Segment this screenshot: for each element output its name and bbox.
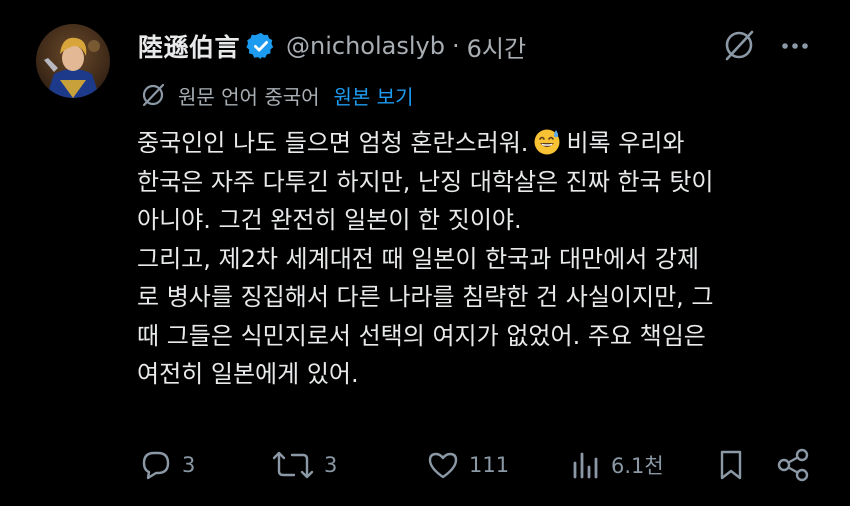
- repost-button[interactable]: 3: [270, 440, 337, 490]
- tweet-text: 중국인인 나도 들으면 엄청 혼란스러워. 비록 우리와 한국은 자주 다투긴 …: [137, 124, 827, 394]
- tweet-line: 로 병사를 징집해서 다른 나라를 침략한 건 사실이지만, 그: [137, 283, 714, 311]
- tweet-line: 한국은 자주 다투긴 하지만, 난징 대학살은 진짜 한국 탓이: [137, 167, 714, 196]
- views-count: 6.1천: [611, 454, 664, 478]
- display-name[interactable]: 陸遜伯言: [138, 28, 240, 64]
- tweet-line: 그리고, 제2차 세계대전 때 일본이 한국과 대만에서 강제: [137, 244, 700, 273]
- grinning-sweat-emoji-icon: [534, 129, 560, 155]
- action-bar: 3 3 111 6.1천: [0, 440, 850, 490]
- tweet-header: 陸遜伯言 @nicholaslyb · 6시간: [138, 26, 822, 66]
- grok-button[interactable]: [722, 28, 756, 62]
- post-time[interactable]: 6시간: [467, 29, 526, 64]
- share-icon: [777, 448, 809, 482]
- verified-badge-icon: [246, 32, 274, 60]
- more-options-button[interactable]: [778, 34, 812, 58]
- repost-count: 3: [324, 453, 338, 477]
- like-count: 111: [469, 453, 510, 477]
- reply-icon: [142, 451, 170, 480]
- grok-icon: [725, 30, 754, 61]
- like-button[interactable]: 111: [425, 440, 509, 490]
- more-horizontal-icon: [782, 43, 808, 49]
- tweet-line: 때 그들은 식민지로서 선택의 여지가 없었어. 주요 책임은: [137, 321, 706, 350]
- heart-icon: [428, 452, 458, 479]
- show-original-link[interactable]: 원본 보기: [334, 81, 414, 110]
- bookmark-button[interactable]: [714, 440, 748, 490]
- avatar-image: [36, 24, 110, 98]
- tweet-line: 중국인인 나도 들으면 엄청 혼란스러워. 비록 우리와: [137, 124, 827, 163]
- reply-button[interactable]: 3: [138, 440, 195, 490]
- tweet-line: 아니야. 그건 완전히 일본이 한 짓이야.: [137, 206, 522, 234]
- views-button[interactable]: 6.1천: [569, 440, 664, 490]
- tweet-line-text: 비록 우리와: [566, 129, 685, 157]
- translate-icon: [142, 83, 165, 107]
- share-button[interactable]: [775, 440, 813, 490]
- reply-count: 3: [182, 453, 196, 477]
- tweet-line: 여전히 일본에게 있어.: [137, 360, 359, 388]
- tweet-line-text: 중국인인 나도 들으면 엄청 혼란스러워.: [137, 129, 529, 157]
- user-handle[interactable]: @nicholaslyb: [286, 32, 445, 60]
- bar-chart-icon: [573, 452, 598, 479]
- separator-dot: ·: [451, 32, 460, 60]
- bookmark-icon: [720, 450, 742, 480]
- translation-row: 원문 언어 중국어 원본 보기: [140, 78, 413, 112]
- avatar[interactable]: [36, 24, 110, 98]
- repost-icon: [272, 451, 314, 479]
- translation-note: 원문 언어 중국어: [178, 84, 320, 109]
